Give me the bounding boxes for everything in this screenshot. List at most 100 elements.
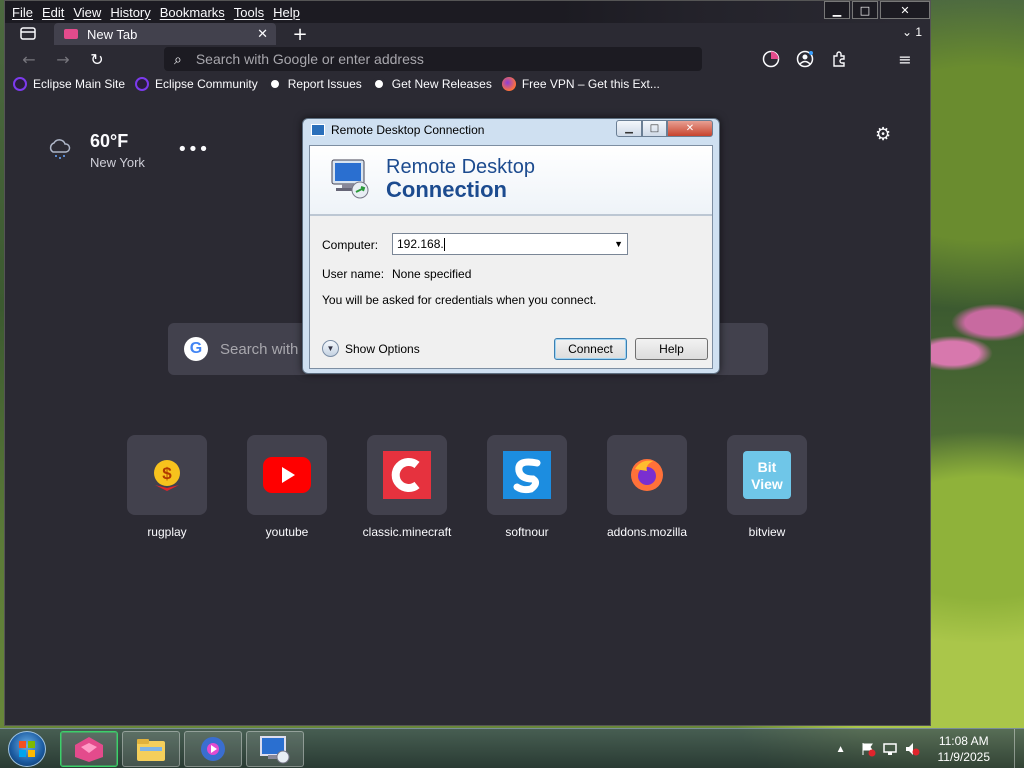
dialog-window-controls: ▁ □ ✕ <box>616 120 713 137</box>
connect-button[interactable]: Connect <box>554 338 627 360</box>
computer-combobox[interactable]: 192.168. ▼ <box>392 233 628 255</box>
bookmark-eclipse-community[interactable]: Eclipse Community <box>135 77 258 91</box>
taskbar: ▲ 11:08 AM 11/9/2025 <box>0 728 1024 768</box>
back-icon[interactable]: ← <box>19 49 39 69</box>
dialog-maximize-button[interactable]: □ <box>642 120 667 137</box>
tile-box: $ <box>127 435 207 515</box>
youtube-icon <box>263 457 311 493</box>
bookmark-get-new-releases[interactable]: Get New Releases <box>371 77 492 91</box>
rdc-small-icon <box>311 124 325 136</box>
computer-label: Computer: <box>322 238 379 252</box>
bookmark-eclipse-main[interactable]: Eclipse Main Site <box>13 77 125 91</box>
svg-text:View: View <box>751 476 783 492</box>
credentials-info: You will be asked for credentials when y… <box>322 293 597 307</box>
menu-bookmarks[interactable]: Bookmarks <box>160 5 225 20</box>
clock[interactable]: 11:08 AM 11/9/2025 <box>938 733 991 765</box>
extensions-icon[interactable] <box>829 49 849 69</box>
snow-cloud-icon <box>49 139 71 159</box>
menu-file[interactable]: File <box>12 5 33 20</box>
firefox-view-button[interactable] <box>15 23 41 43</box>
tile-label: addons.mozilla <box>606 525 688 539</box>
tile-box <box>247 435 327 515</box>
bookmark-label: Report Issues <box>287 77 362 91</box>
reload-icon[interactable]: ↻ <box>87 49 107 69</box>
top-site-rugplay[interactable]: $ rugplay <box>127 435 207 539</box>
taskbar-media-player[interactable] <box>184 731 242 767</box>
username-label: User name: <box>322 267 385 281</box>
bookmarks-toolbar: Eclipse Main Site Eclipse Community Repo… <box>5 73 930 95</box>
top-site-bitview[interactable]: Bit View bitview <box>727 435 807 539</box>
weather-more-button[interactable]: ••• <box>177 139 209 160</box>
chevron-down-icon: ▼ <box>322 340 339 357</box>
dialog-title-bar[interactable]: Remote Desktop Connection <box>311 123 484 137</box>
taskbar-file-explorer[interactable] <box>122 731 180 767</box>
list-all-tabs-button[interactable]: ⌄ 1 <box>902 25 922 39</box>
dialog-minimize-button[interactable]: ▁ <box>616 120 642 137</box>
menu-history[interactable]: History <box>110 5 150 20</box>
svg-text:Bit: Bit <box>758 459 777 475</box>
minecraft-c-icon <box>383 451 431 499</box>
close-button[interactable]: ✕ <box>880 1 930 19</box>
window-controls: ▁ □ ✕ <box>824 1 930 19</box>
bookmark-free-vpn[interactable]: Free VPN – Get this Ext... <box>501 77 660 91</box>
tab-close-icon[interactable]: ✕ <box>257 26 268 42</box>
tile-box <box>487 435 567 515</box>
menu-edit[interactable]: Edit <box>42 5 64 20</box>
menu-help[interactable]: Help <box>273 5 300 20</box>
top-site-classic-minecraft[interactable]: classic.minecraft <box>363 435 451 539</box>
tile-box <box>367 435 447 515</box>
action-center-flag-icon[interactable] <box>860 741 876 757</box>
minimize-button[interactable]: ▁ <box>824 1 850 19</box>
start-button[interactable] <box>8 731 46 767</box>
bitview-icon: BitView <box>743 451 791 499</box>
network-icon[interactable] <box>882 741 898 757</box>
top-site-addons-mozilla[interactable]: addons.mozilla <box>607 435 687 539</box>
newtab-search-placeholder: Search with <box>220 340 299 358</box>
show-desktop-button[interactable] <box>1014 729 1024 768</box>
tray-expand-icon[interactable]: ▲ <box>836 744 846 755</box>
tab-new-tab[interactable]: New Tab ✕ <box>54 23 276 45</box>
text-caret <box>443 237 445 251</box>
softnour-s-icon <box>503 451 551 499</box>
address-bar[interactable]: ⌕ Search with Google or enter address <box>164 47 702 71</box>
dialog-close-button[interactable]: ✕ <box>667 120 713 137</box>
bookmark-label: Get New Releases <box>391 77 492 91</box>
tab-bar: New Tab ✕ + ⌄ 1 <box>5 23 930 45</box>
pie-chart-icon[interactable] <box>761 49 781 69</box>
show-options-toggle[interactable]: ▼ Show Options <box>322 340 420 357</box>
menu-tools[interactable]: Tools <box>234 5 264 20</box>
remote-desktop-icon <box>260 736 290 764</box>
menu-view[interactable]: View <box>73 5 101 20</box>
top-site-softnour[interactable]: softnour <box>487 435 567 539</box>
maximize-button[interactable]: □ <box>852 1 878 19</box>
browser-app-icon <box>75 737 103 762</box>
search-icon: ⌕ <box>174 50 182 67</box>
account-icon[interactable] <box>795 49 815 69</box>
show-options-label: Show Options <box>345 341 420 356</box>
dialog-banner-line2: Connection <box>386 177 507 202</box>
bookmark-label: Free VPN – Get this Ext... <box>521 77 660 91</box>
eclipse-icon <box>135 77 150 91</box>
forward-icon[interactable]: → <box>53 49 73 69</box>
firefox-icon <box>501 77 516 91</box>
bookmark-label: Eclipse Community <box>155 77 258 91</box>
system-tray: ▲ 11:08 AM 11/9/2025 <box>836 729 1024 768</box>
address-bar-placeholder: Search with Google or enter address <box>195 51 424 67</box>
volume-muted-icon[interactable] <box>904 741 920 757</box>
firefox-icon <box>631 459 663 491</box>
help-button[interactable]: Help <box>635 338 708 360</box>
settings-gear-icon[interactable]: ⚙ <box>875 124 891 145</box>
taskbar-remote-desktop[interactable] <box>246 731 304 767</box>
new-tab-button[interactable]: + <box>289 23 311 45</box>
taskbar-browser[interactable] <box>60 731 118 767</box>
dropdown-arrow-icon[interactable]: ▼ <box>614 239 623 249</box>
weather-temperature: 60°F <box>90 131 129 151</box>
top-site-youtube[interactable]: youtube <box>247 435 327 539</box>
dialog-banner-line1: Remote Desktop <box>386 156 535 178</box>
hamburger-menu-icon[interactable]: ≡ <box>895 49 915 69</box>
windows-logo-icon <box>19 741 35 757</box>
tab-favicon-icon <box>64 29 78 39</box>
tile-box: Bit View <box>727 435 807 515</box>
firefox-view-icon <box>20 27 36 40</box>
bookmark-report-issues[interactable]: Report Issues <box>267 77 362 91</box>
